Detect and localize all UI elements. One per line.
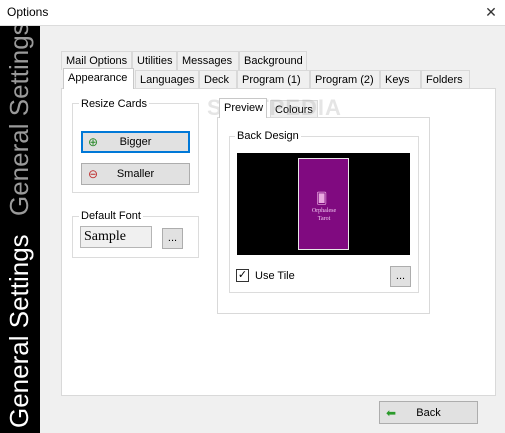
tab-preview[interactable]: Preview bbox=[219, 98, 267, 118]
bigger-label: Bigger bbox=[119, 136, 152, 148]
title-bar: Options ✕ bbox=[0, 0, 505, 26]
close-icon[interactable]: ✕ bbox=[478, 1, 504, 25]
card-preview: 🂠 Orphalese Tarot bbox=[237, 153, 410, 255]
back-label: Back bbox=[416, 407, 441, 419]
tab-messages[interactable]: Messages bbox=[177, 51, 239, 70]
font-browse-button[interactable]: ... bbox=[162, 228, 183, 249]
banner-text-shadow: General Settings bbox=[4, 26, 34, 216]
resize-cards-label: Resize Cards bbox=[79, 98, 150, 110]
smaller-button[interactable]: ⊖ Smaller bbox=[81, 163, 190, 185]
smaller-label: Smaller bbox=[116, 168, 155, 180]
tab-appearance[interactable]: Appearance bbox=[63, 68, 134, 89]
back-button[interactable]: ⬅ Back bbox=[379, 401, 478, 424]
window-title: Options bbox=[7, 5, 49, 19]
tab-program-2[interactable]: Program (2) bbox=[310, 70, 380, 89]
default-font-label: Default Font bbox=[79, 210, 143, 222]
use-tile-checkbox[interactable]: ✓ bbox=[236, 269, 249, 282]
tab-deck[interactable]: Deck bbox=[199, 70, 237, 89]
banner-text: General Settings bbox=[4, 234, 34, 428]
use-tile-label: Use Tile bbox=[255, 270, 295, 282]
card-caption-2: Tarot bbox=[317, 216, 331, 222]
tab-utilities[interactable]: Utilities bbox=[132, 51, 177, 70]
card-back: 🂠 Orphalese Tarot bbox=[298, 158, 349, 250]
bigger-button[interactable]: ⊕ Bigger bbox=[81, 131, 190, 153]
design-browse-button[interactable]: ... bbox=[390, 266, 411, 287]
card-caption-1: Orphalese bbox=[311, 208, 337, 214]
side-banner: General Settings General Settings bbox=[0, 26, 40, 433]
tab-program-1[interactable]: Program (1) bbox=[237, 70, 310, 89]
card-fan-icon: 🂠 bbox=[316, 193, 328, 205]
tab-languages[interactable]: Languages bbox=[135, 70, 199, 89]
tab-folders[interactable]: Folders bbox=[421, 70, 470, 89]
back-design-label: Back Design bbox=[235, 130, 301, 142]
tab-background[interactable]: Background bbox=[239, 51, 307, 70]
tab-keys[interactable]: Keys bbox=[380, 70, 421, 89]
font-sample: Sample bbox=[80, 226, 152, 248]
